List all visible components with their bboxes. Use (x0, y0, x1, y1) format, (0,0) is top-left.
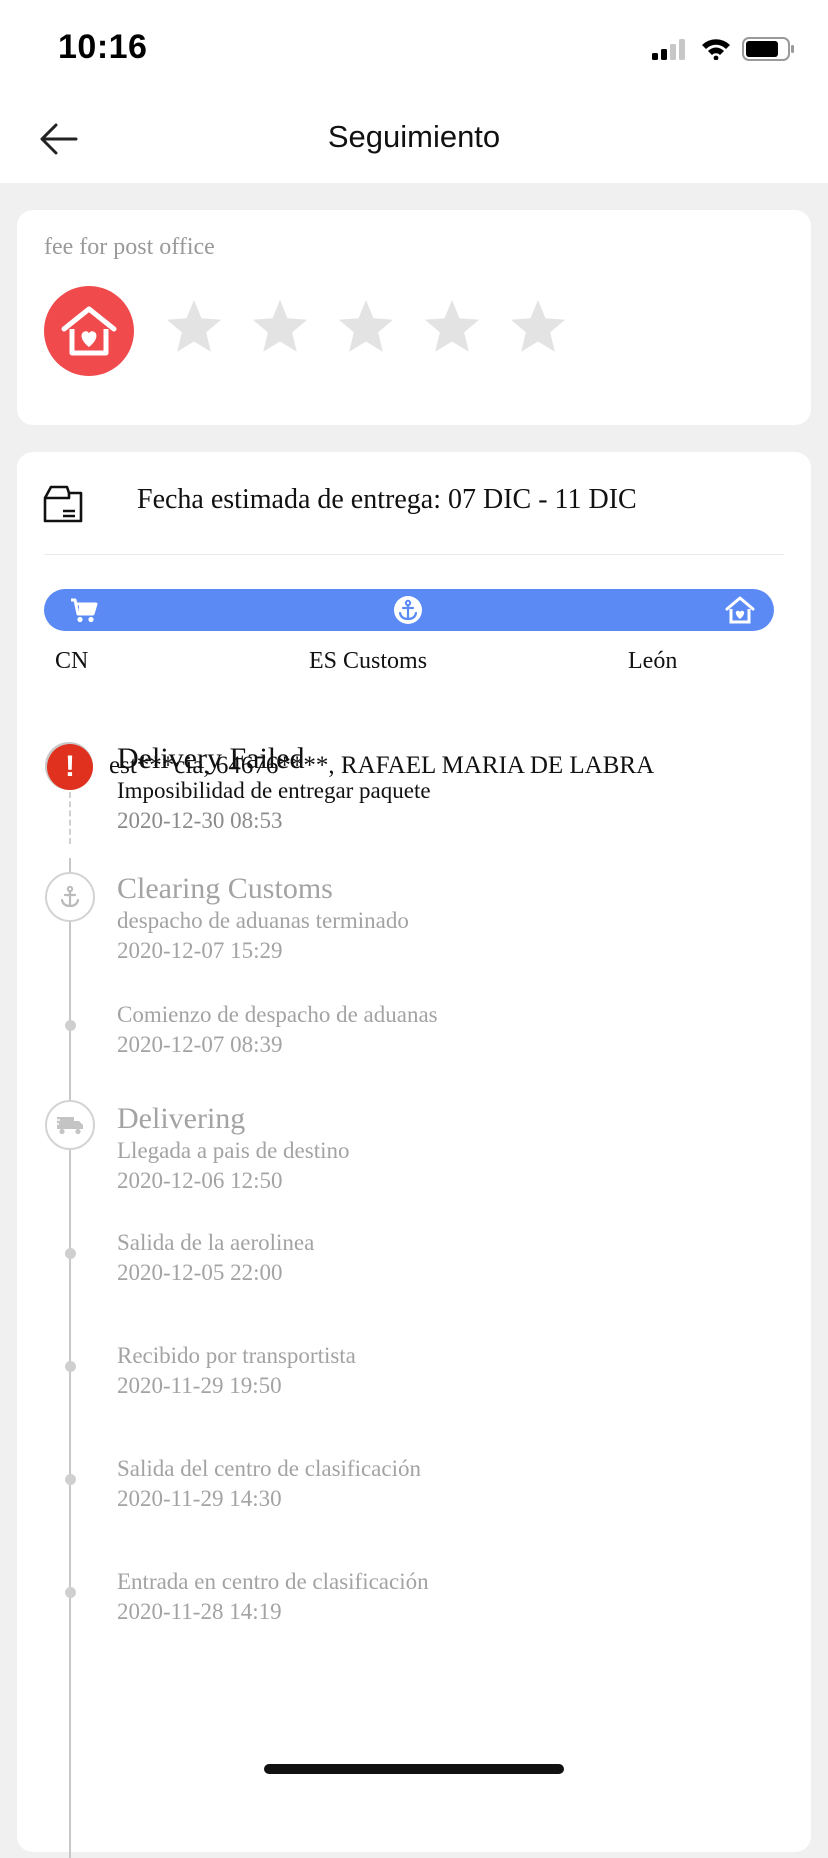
divider (44, 554, 784, 555)
event-description: Comienzo de despacho de aduanas (117, 1002, 438, 1027)
event-description: Llegada a pais de destino (117, 1138, 350, 1163)
anchor-icon (394, 596, 422, 624)
truck-icon (55, 1117, 83, 1135)
timeline-event: Salida del centro de clasificación 2020-… (117, 1454, 421, 1514)
event-status: Delivery Failed (117, 742, 305, 775)
stage-origin: CN (55, 648, 89, 674)
timeline-dot (65, 1248, 76, 1259)
cellular-signal-icon (652, 39, 685, 60)
rating-label: fee for post office (44, 234, 215, 260)
timeline-event: Entrada en centro de clasificación 2020-… (117, 1567, 429, 1627)
event-description: Recibido por transportista (117, 1343, 356, 1368)
home-indicator[interactable] (264, 1764, 564, 1774)
event-datetime: 2020-12-07 15:29 (117, 938, 283, 963)
status-time: 10:16 (58, 28, 148, 66)
alert-icon: ! (47, 744, 93, 790)
timeline-event: Delivering Llegada a pais de destino 202… (117, 1102, 349, 1196)
shopping-cart-icon (71, 598, 98, 623)
star-icon[interactable] (335, 296, 397, 358)
page-title: Seguimiento (327, 119, 501, 154)
customs-node (45, 872, 95, 922)
timeline-event: Delivery Failed Imposibilidad de entrega… (117, 742, 431, 836)
timeline-dot (65, 1474, 76, 1485)
delivering-node (45, 1100, 95, 1150)
stage-destination: León (628, 648, 678, 674)
package-box-icon (43, 485, 83, 523)
timeline-event: Salida de la aerolinea 2020-12-05 22:00 (117, 1228, 314, 1288)
stage-customs: ES Customs (309, 648, 428, 674)
event-description: despacho de aduanas terminado (117, 908, 409, 933)
event-description: Imposibilidad de entregar paquete (117, 778, 431, 803)
event-description: Entrada en centro de clasificación (117, 1569, 429, 1594)
timeline-line (69, 858, 71, 1858)
nav-bar: Seguimiento (0, 95, 828, 183)
event-datetime: 2020-11-29 14:30 (117, 1486, 282, 1511)
timeline-event: Recibido por transportista 2020-11-29 19… (117, 1341, 356, 1401)
rating-card: fee for post office (17, 210, 811, 425)
event-datetime: 2020-12-06 12:50 (117, 1168, 283, 1193)
battery-icon (742, 37, 794, 61)
star-icon[interactable] (249, 296, 311, 358)
star-icon[interactable] (421, 296, 483, 358)
timeline-connector (69, 792, 71, 844)
timeline-dot (65, 1020, 76, 1031)
home-heart-icon (61, 306, 117, 356)
event-datetime: 2020-12-30 08:53 (117, 808, 283, 833)
event-status: Clearing Customs (117, 872, 333, 905)
timeline-dot (65, 1361, 76, 1372)
event-datetime: 2020-12-05 22:00 (117, 1260, 283, 1285)
event-status: Delivering (117, 1102, 246, 1135)
wifi-icon (702, 39, 730, 60)
status-bar: 10:16 (0, 0, 828, 95)
event-datetime: 2020-11-28 14:19 (117, 1599, 282, 1624)
event-description: Salida del centro de clasificación (117, 1456, 421, 1481)
tracking-card: Fecha estimada de entrega: 07 DIC - 11 D… (17, 452, 811, 1858)
timeline-event: Comienzo de despacho de aduanas 2020-12-… (117, 1000, 438, 1060)
timeline-dot (65, 1587, 76, 1598)
event-datetime: 2020-11-29 19:50 (117, 1373, 282, 1398)
home-heart-icon (725, 596, 755, 624)
post-office-logo (44, 286, 134, 376)
timeline-event: Clearing Customs despacho de aduanas ter… (117, 872, 409, 966)
star-icon[interactable] (507, 296, 569, 358)
shipping-progress-bar (44, 589, 774, 631)
estimated-delivery: Fecha estimada de entrega: 07 DIC - 11 D… (137, 484, 637, 515)
star-icon[interactable] (163, 296, 225, 358)
star-rating (163, 296, 569, 358)
anchor-icon (60, 885, 80, 908)
event-description: Salida de la aerolinea (117, 1230, 315, 1255)
event-datetime: 2020-12-07 08:39 (117, 1032, 283, 1057)
